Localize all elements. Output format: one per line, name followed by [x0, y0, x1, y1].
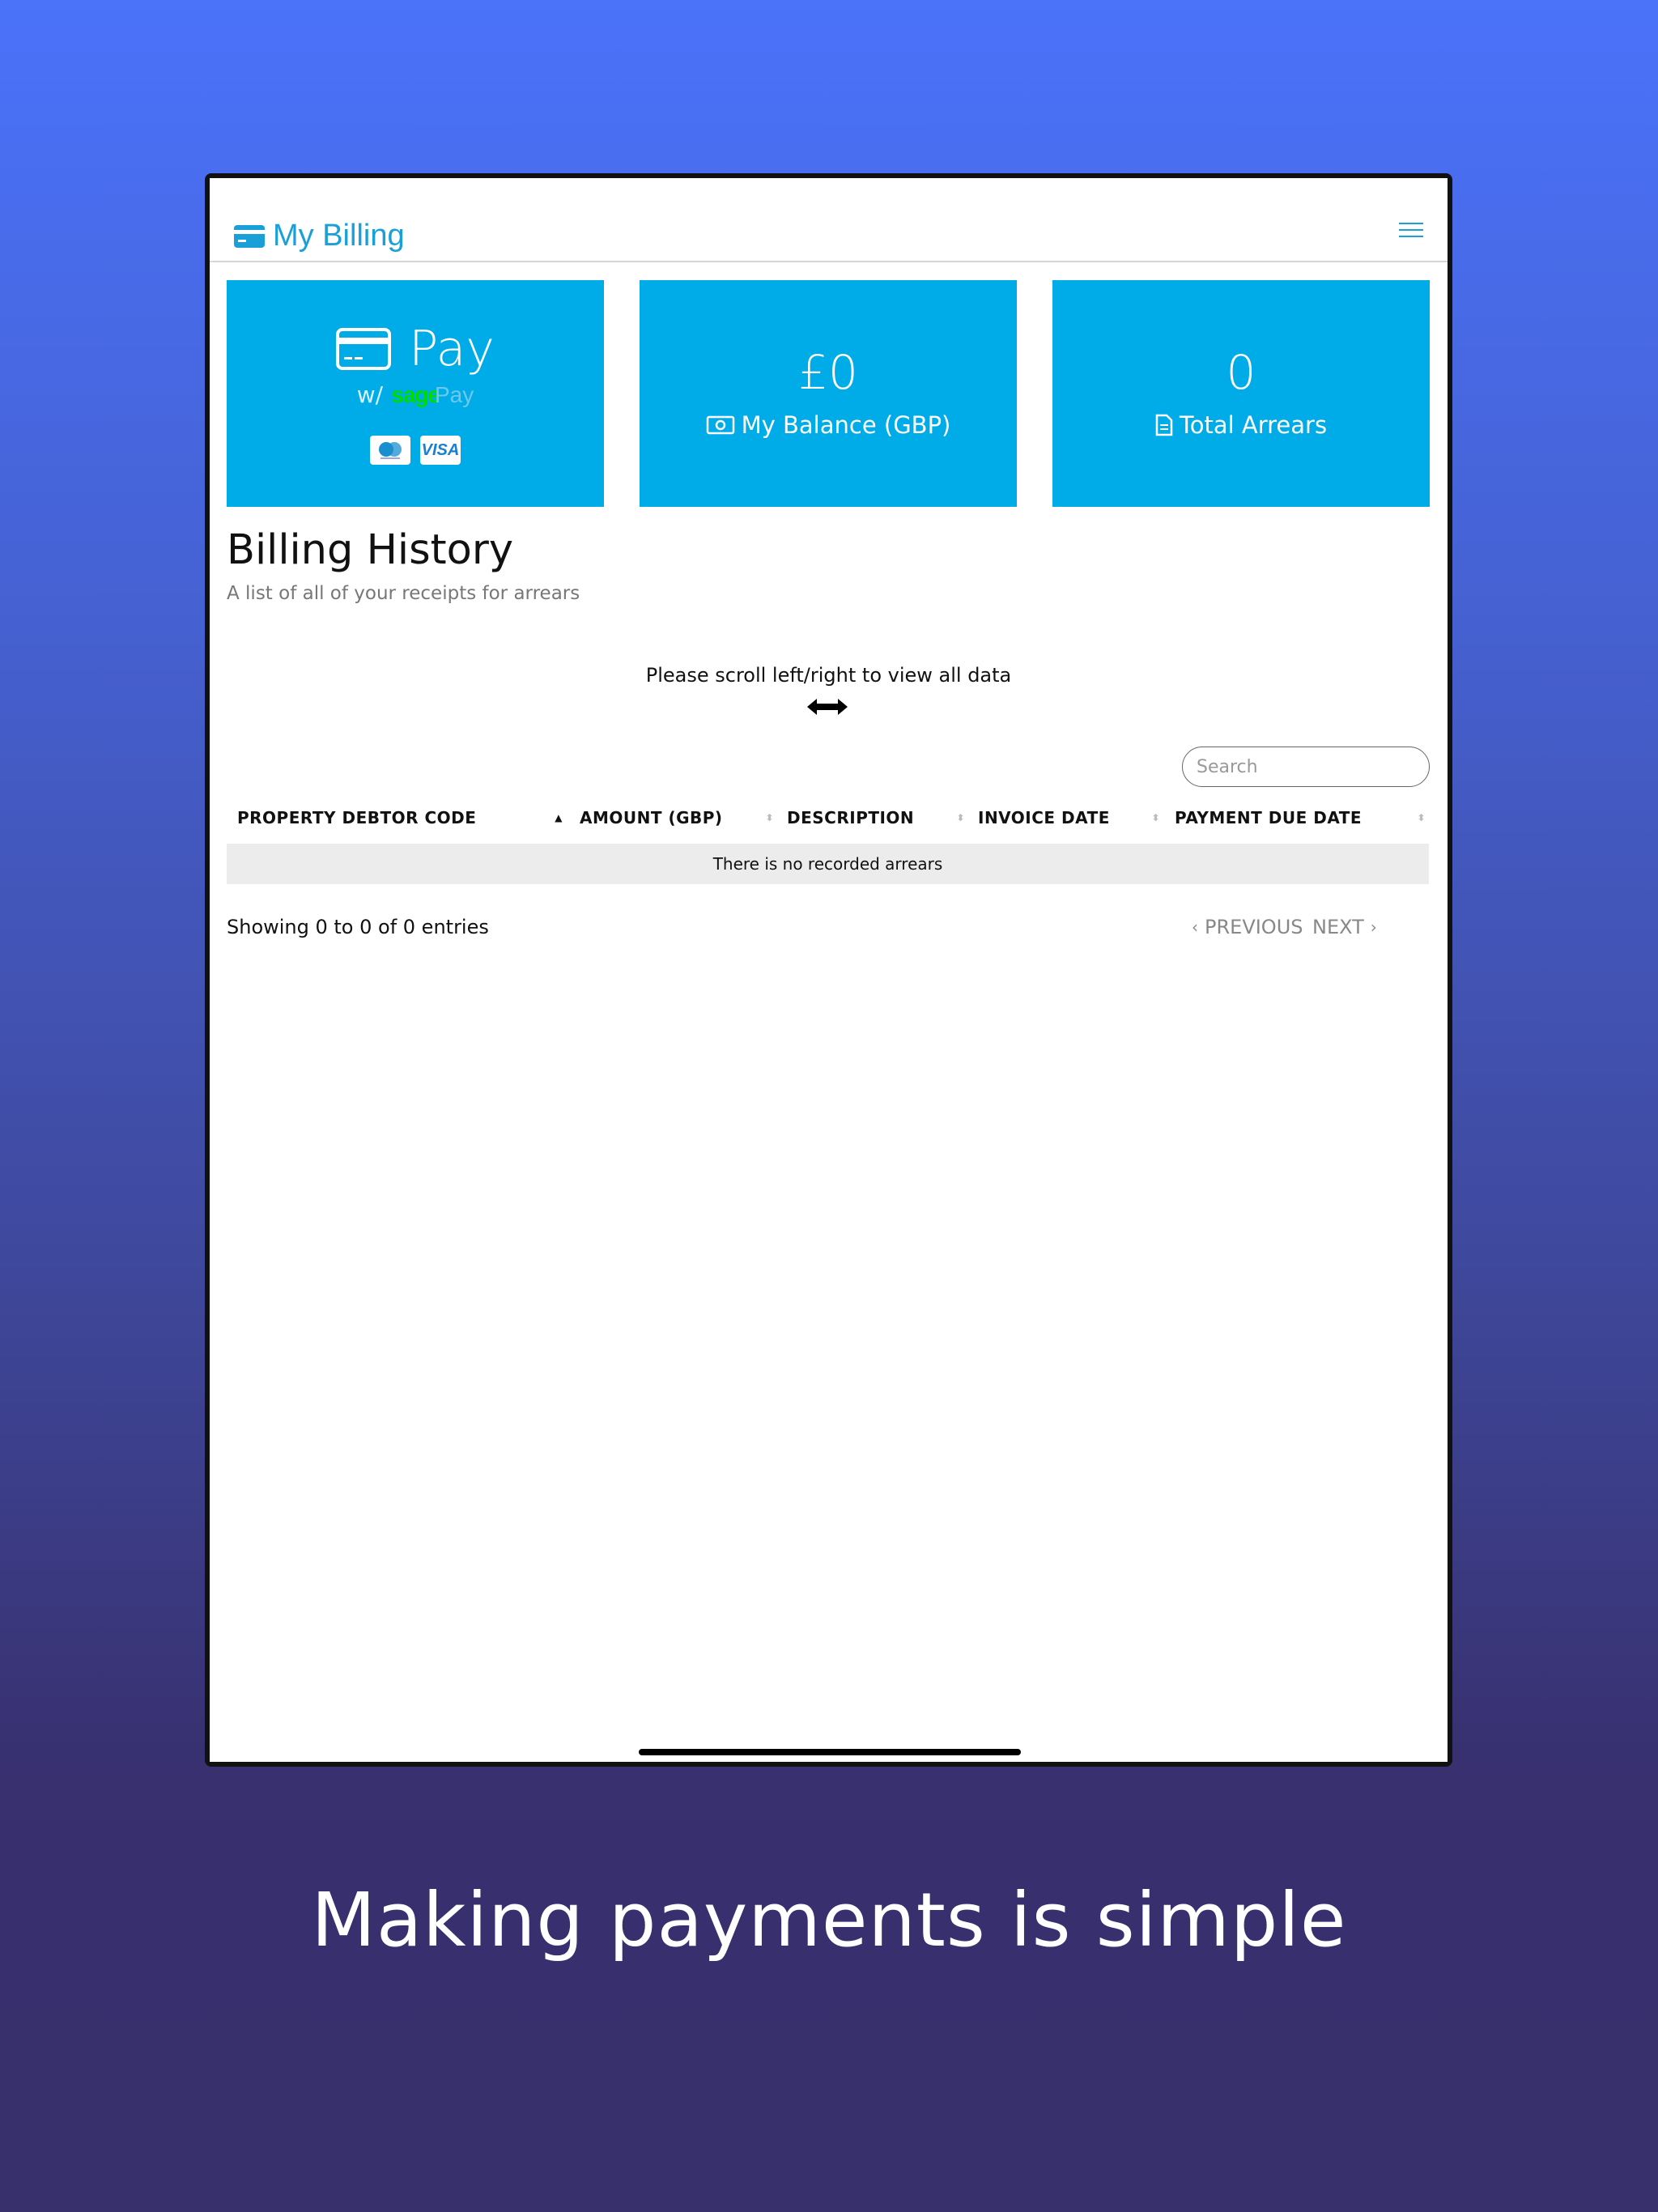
arrears-tile[interactable]: 0 Total Arrears	[1052, 280, 1430, 507]
credit-card-icon	[234, 224, 265, 248]
empty-table-row: There is no recorded arrears	[227, 844, 1429, 884]
pay-tile[interactable]: Pay w/ sagePay VISA	[227, 280, 604, 507]
money-bill-icon	[706, 415, 734, 435]
accepted-cards: VISA	[227, 436, 604, 465]
sort-icon: ⬍	[1151, 812, 1160, 823]
sort-icon: ⬍	[956, 812, 965, 823]
billing-history-subtitle: A list of all of your receipts for arrea…	[227, 583, 580, 604]
balance-value: £0	[798, 345, 858, 400]
sort-icon: ⬍	[765, 812, 774, 823]
column-header-amount[interactable]: AMOUNT (GBP) ⬍	[580, 802, 774, 834]
arrears-value: 0	[1226, 345, 1256, 400]
document-icon	[1155, 414, 1173, 436]
brand-link[interactable]: My Billing	[234, 219, 405, 253]
promo-caption: Making payments is simple	[311, 1877, 1347, 1963]
visa-icon: VISA	[420, 436, 461, 465]
credit-card-outline-icon	[336, 328, 392, 370]
column-header-invoice-date[interactable]: INVOICE DATE ⬍	[978, 802, 1160, 834]
top-navbar: My Billing	[210, 178, 1448, 262]
previous-button[interactable]: ‹ PREVIOUS	[1192, 916, 1303, 938]
column-header-property-debtor-code[interactable]: PROPERTY DEBTOR CODE ▲	[237, 802, 569, 834]
sort-asc-icon: ▲	[555, 812, 563, 823]
chevron-left-icon: ‹	[1192, 917, 1198, 937]
balance-label: My Balance (GBP)	[741, 411, 951, 439]
sort-icon: ⬍	[1417, 812, 1426, 823]
column-header-payment-due-date[interactable]: PAYMENT DUE DATE ⬍	[1175, 802, 1426, 834]
arrears-label: Total Arrears	[1179, 411, 1328, 439]
billing-history-title: Billing History	[227, 526, 514, 574]
search-input[interactable]	[1182, 747, 1430, 787]
sagepay-branding: w/ sagePay	[227, 381, 604, 408]
with-prefix: w/	[356, 381, 384, 408]
column-header-description[interactable]: DESCRIPTION ⬍	[787, 802, 965, 834]
sage-pay-logo-text: Pay	[434, 382, 474, 407]
home-indicator	[639, 1749, 1021, 1755]
chevron-right-icon: ›	[1370, 917, 1377, 937]
scroll-hint-text: Please scroll left/right to view all dat…	[645, 664, 1012, 687]
app-title: My Billing	[273, 219, 405, 253]
next-button[interactable]: NEXT ›	[1312, 916, 1377, 938]
pay-label: Pay	[409, 321, 495, 377]
mastercard-icon	[370, 436, 410, 465]
hamburger-menu-icon[interactable]	[1399, 223, 1423, 239]
balance-tile[interactable]: £0 My Balance (GBP)	[640, 280, 1017, 507]
sage-logo-text: sage	[391, 382, 440, 407]
tablet-frame: My Billing Pay w/ sagePay VISA £0 My Bal…	[205, 173, 1452, 1767]
entries-info: Showing 0 to 0 of 0 entries	[227, 916, 489, 938]
app-screen: My Billing Pay w/ sagePay VISA £0 My Bal…	[210, 178, 1448, 1762]
horizontal-arrows-icon	[807, 699, 848, 715]
